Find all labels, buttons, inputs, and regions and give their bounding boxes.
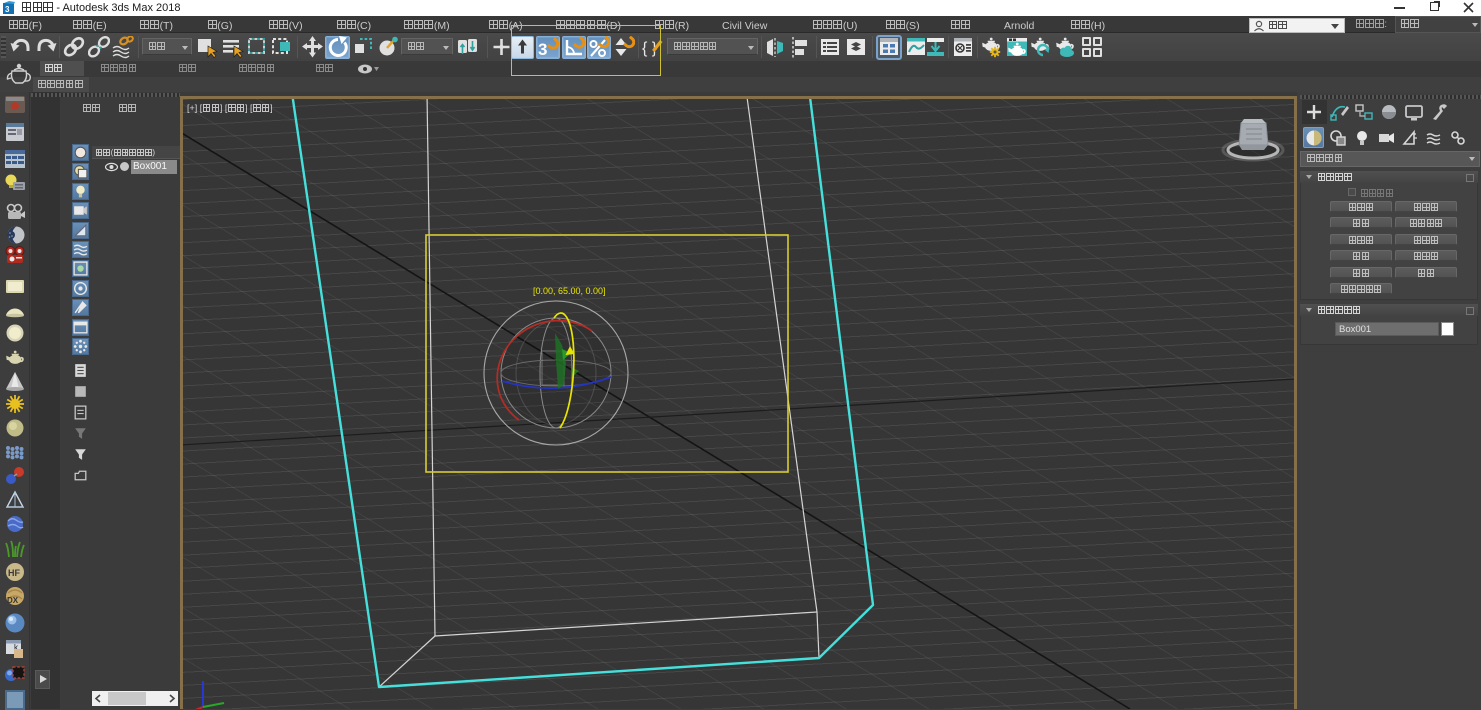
svg-text:3: 3 bbox=[5, 5, 10, 14]
svg-text:DX: DX bbox=[7, 596, 19, 605]
svg-text:HF: HF bbox=[8, 568, 20, 578]
